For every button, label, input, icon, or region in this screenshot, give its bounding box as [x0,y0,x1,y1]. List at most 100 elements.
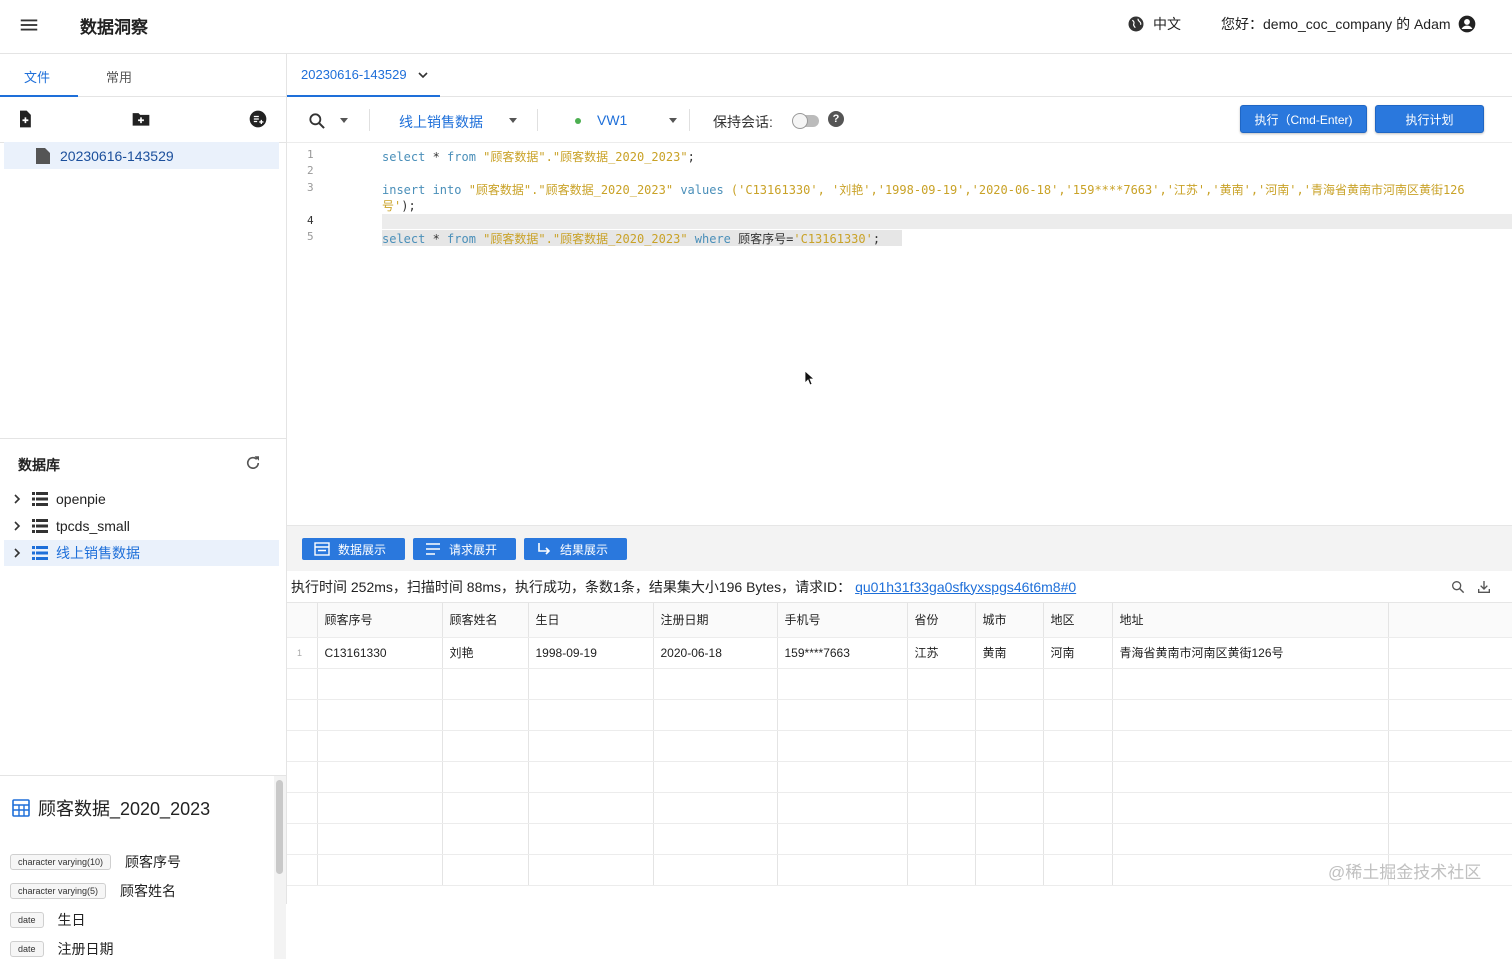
help-icon[interactable]: ? [828,111,844,127]
table-row[interactable]: 1 C13161330 刘艳 1998-09-19 2020-06-18 159… [287,637,1512,669]
table-cell[interactable]: 青海省黄南市河南区黄街126号 [1112,637,1389,669]
chevron-right-icon[interactable] [10,519,24,533]
column-type-badge: date [10,941,44,957]
column-header[interactable]: 顾客序号 [317,603,443,638]
warehouse-status-dot [575,118,581,124]
add-query-icon[interactable] [248,109,268,129]
language-label: 中文 [1153,16,1181,32]
code-line-1: select * from "顾客数据"."顾客数据_2020_2023"; [382,148,695,165]
warehouse-select[interactable]: VW1 [597,112,627,128]
db-item-openpie[interactable]: openpie [4,486,279,512]
file-item[interactable]: 20230616-143529 [4,142,279,169]
code-text: ); [401,199,416,213]
result-view-button[interactable]: 结果展示 [524,538,627,560]
row-index: 1 [287,637,318,669]
database-icon [32,546,48,560]
chevron-down-icon[interactable] [417,69,429,81]
database-header: 数据库 [0,438,287,486]
sql-keyword: from [447,150,476,164]
schema-scrollbar[interactable] [274,776,286,959]
sql-editor[interactable]: 1 2 3 4 5 select * from "顾客数据"."顾客数据_202… [287,144,1512,526]
scrollbar-thumb[interactable] [276,780,283,874]
table-cell[interactable]: 2020-06-18 [653,637,778,669]
column-type-badge: character varying(10) [10,854,112,870]
tab-files[interactable]: 文件 [24,67,50,86]
column-header[interactable]: 省份 [907,603,976,638]
database-dropdown-caret-icon[interactable] [509,118,517,123]
schema-column[interactable]: date 注册日期 [10,939,114,959]
column-header[interactable]: 城市 [975,603,1044,638]
sql-identifier: "顾客数据"."顾客数据_2020_2023" [475,232,688,246]
chevron-right-icon[interactable] [10,546,24,560]
empty-row [287,699,1512,731]
search-icon[interactable] [1450,579,1466,595]
empty-row [287,823,1512,855]
schema-column[interactable]: character varying(5) 顾客姓名 [10,881,176,901]
sql-keyword: from [447,232,476,246]
left-tabs: 文件 常用 [0,54,286,97]
table-cell[interactable]: 159****7663 [777,637,908,669]
globe-icon [1128,16,1144,32]
tab-label: 20230616-143529 [301,67,407,82]
data-view-button[interactable]: 数据展示 [302,538,405,560]
empty-row [287,668,1512,700]
user-greeting[interactable]: 您好：demo_coc_company 的 Adam [1221,14,1477,34]
sql-values: ('C13161330', '刘艳','1998-09-19','2020-06… [723,183,1465,197]
search-dropdown-caret-icon[interactable] [340,118,348,123]
schema-column[interactable]: date 生日 [10,910,86,930]
sql-keyword: select [382,150,426,164]
table-cell[interactable]: 黄南 [975,637,1044,669]
hamburger-menu-icon[interactable] [18,14,40,36]
code-line-3-wrap: 号'); [382,197,416,214]
db-name: 线上销售数据 [56,545,140,561]
app-title: 数据洞察 [80,18,148,37]
database-select[interactable]: 线上销售数据 [399,112,483,132]
column-name: 生日 [57,912,86,928]
sql-keyword: values [673,183,724,197]
empty-row [287,761,1512,793]
column-header[interactable]: 生日 [528,603,654,638]
toolbar-divider [369,109,370,131]
search-icon[interactable] [307,111,327,131]
column-header[interactable]: 地址 [1112,603,1389,638]
chevron-right-icon[interactable] [10,492,24,506]
new-folder-icon[interactable] [131,109,151,129]
request-id-link[interactable]: qu01h31f33ga0sfkyxspgs46t6m8#0 [855,579,1076,595]
keep-session-toggle[interactable] [792,113,819,129]
table-cell [1388,637,1512,669]
toolbar-divider [537,109,538,131]
tab-favorites[interactable]: 常用 [106,67,132,86]
code-text: * [425,150,448,164]
main-area: 20230616-143529 线上销售数据 VW1 保持会话: ? 执行（Cm… [287,54,1512,904]
table-cell[interactable]: 1998-09-19 [528,637,654,669]
new-file-icon[interactable] [15,109,35,129]
warehouse-dropdown-caret-icon[interactable] [669,118,677,123]
column-name: 顾客序号 [125,854,182,870]
language-switcher[interactable]: 中文 [1127,14,1181,34]
column-header[interactable]: 地区 [1043,603,1113,638]
request-expand-button[interactable]: 请求展开 [413,538,516,560]
refresh-icon[interactable] [244,454,262,472]
run-button[interactable]: 执行（Cmd-Enter) [1240,105,1367,133]
code-text: * [425,232,448,246]
table-cell[interactable]: 刘艳 [442,637,529,669]
execution-plan-button[interactable]: 执行计划 [1375,105,1484,133]
tab-query-file[interactable]: 20230616-143529 [301,67,429,82]
table-cell[interactable]: C13161330 [317,637,443,669]
column-header[interactable]: 注册日期 [653,603,778,638]
code-text: 顾客序号= [730,232,794,246]
table-cell[interactable]: 江苏 [907,637,976,669]
schema-column[interactable]: character varying(10) 顾客序号 [10,852,181,872]
schema-panel: 顾客数据_2020_2023 character varying(10) 顾客序… [0,775,287,959]
column-header[interactable]: 手机号 [777,603,908,638]
download-icon[interactable] [1476,579,1492,595]
sql-values: 号' [382,199,402,213]
db-item-online-sales[interactable]: 线上销售数据 [4,540,279,566]
button-label: 数据展示 [338,542,387,557]
status-text: 执行时间 252ms，扫描时间 88ms，执行成功，条数1条，结果集大小196 … [291,578,852,595]
database-title: 数据库 [18,457,60,473]
column-header[interactable]: 顾客姓名 [442,603,529,638]
empty-row [287,730,1512,762]
db-item-tpcds-small[interactable]: tpcds_small [4,513,279,539]
table-cell[interactable]: 河南 [1043,637,1113,669]
